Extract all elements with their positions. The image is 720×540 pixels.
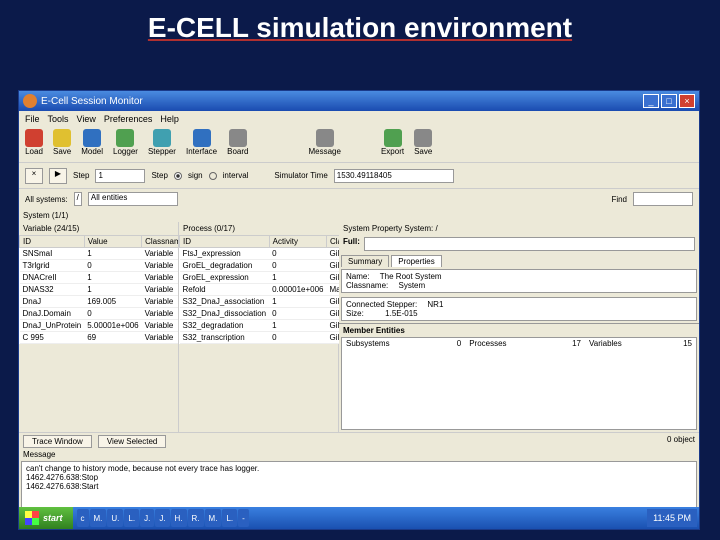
task-item[interactable]: M.: [90, 509, 107, 527]
selector-row: All systems: / All entities Find: [19, 189, 699, 209]
full-select[interactable]: [364, 237, 695, 251]
taskbar: start c M. U. L. J. J. H. R. M. L. - 11:…: [19, 507, 699, 529]
step-label: Step: [73, 171, 89, 180]
tool-stepper[interactable]: Stepper: [148, 129, 176, 160]
task-item[interactable]: U.: [107, 509, 123, 527]
radio-sign[interactable]: [174, 172, 182, 180]
table-row: Refold0.00001e+006Mass: [180, 284, 357, 296]
control-row: × ▶ Step Step sign interval Simulator Ti…: [19, 163, 699, 189]
object-count: 0 object: [667, 435, 695, 448]
member-header: Member Entities: [339, 323, 699, 337]
step-label2: Step: [151, 171, 167, 180]
table-row: FtsJ_expression0Gillesp: [180, 248, 357, 260]
message-label: Message: [19, 450, 699, 459]
task-item[interactable]: L.: [124, 509, 139, 527]
menubar: File Tools View Preferences Help: [19, 111, 699, 127]
step-back-button[interactable]: ×: [25, 168, 43, 184]
message-area[interactable]: can't change to history mode, because no…: [21, 461, 697, 509]
table-row: DnaJ169.005Variable: [20, 296, 179, 308]
step-fwd-button[interactable]: ▶: [49, 168, 67, 184]
property-panel: System Property System: / Full: Summary …: [339, 222, 699, 432]
content-area: Variable (24/15) IDValueClassname SNSmaI…: [19, 222, 699, 432]
process-list[interactable]: IDActivityClass FtsJ_expression0Gillesp …: [179, 235, 357, 344]
maximize-button[interactable]: □: [661, 94, 677, 108]
tool-load[interactable]: Load: [25, 129, 43, 160]
tool-message[interactable]: Message: [308, 129, 340, 160]
table-row: C 99569Variable: [20, 332, 179, 344]
toolbar: Load Save Model Logger Stepper Interface…: [19, 127, 699, 163]
table-row: SNSmaI1Variable: [20, 248, 179, 260]
task-item[interactable]: J.: [155, 509, 169, 527]
task-item[interactable]: L.: [222, 509, 237, 527]
task-item[interactable]: H.: [171, 509, 187, 527]
tool-interface[interactable]: Interface: [186, 129, 217, 160]
titlebar: E-Cell Session Monitor _ □ ×: [19, 91, 699, 111]
window-title: E-Cell Session Monitor: [41, 96, 143, 107]
variable-list[interactable]: IDValueClassname SNSmaI1Variable T3rlgri…: [19, 235, 178, 344]
radio-interval[interactable]: [209, 172, 217, 180]
task-item[interactable]: -: [238, 509, 249, 527]
start-button[interactable]: start: [19, 507, 73, 529]
clock: 11:45 PM: [653, 513, 691, 523]
tool-export[interactable]: Export: [381, 129, 404, 160]
system-list-header: System (1/1): [19, 209, 699, 222]
task-item[interactable]: c: [77, 509, 89, 527]
table-row: DNACreII1Variable: [20, 272, 179, 284]
table-row: DnaJ_UnProtein5.00001e+006Variable: [20, 320, 179, 332]
table-row: S32_transcription0Gillesp: [180, 332, 357, 344]
table-row: S32_DnaJ_association1Gillesp: [180, 296, 357, 308]
tab-properties[interactable]: Properties: [391, 255, 441, 267]
close-button[interactable]: ×: [679, 94, 695, 108]
view-selected-button[interactable]: View Selected: [98, 435, 167, 448]
step-input[interactable]: [95, 169, 145, 183]
variable-header: Variable (24/15): [19, 222, 178, 235]
table-row: DnaJ.Domain0Variable: [20, 308, 179, 320]
app-window: E-Cell Session Monitor _ □ × File Tools …: [18, 90, 700, 530]
task-item[interactable]: J.: [140, 509, 154, 527]
menu-preferences[interactable]: Preferences: [104, 114, 153, 124]
tool-save2[interactable]: Save: [414, 129, 432, 160]
system-select[interactable]: /: [74, 192, 82, 206]
bottom-panel: Trace Window View Selected 0 object Mess…: [19, 432, 699, 502]
simtime-value: [334, 169, 454, 183]
process-header: Process (0/17): [179, 222, 357, 235]
find-input[interactable]: [633, 192, 693, 206]
tool-board[interactable]: Board: [227, 129, 248, 160]
table-row: S32_DnaJ_dissociation0Gillesp: [180, 308, 357, 320]
table-row: S32_degradation1Gillesp: [180, 320, 357, 332]
tool-logger[interactable]: Logger: [113, 129, 138, 160]
table-row: T3rlgrid0Variable: [20, 260, 179, 272]
trace-window-button[interactable]: Trace Window: [23, 435, 92, 448]
system-tray[interactable]: 11:45 PM: [647, 509, 697, 527]
minimize-button[interactable]: _: [643, 94, 659, 108]
task-item[interactable]: R.: [188, 509, 204, 527]
menu-view[interactable]: View: [77, 114, 96, 124]
menu-file[interactable]: File: [25, 114, 40, 124]
menu-help[interactable]: Help: [160, 114, 179, 124]
windows-icon: [25, 511, 39, 525]
task-item[interactable]: M.: [205, 509, 222, 527]
member-table: Subsystems0 Processes17 Variables15: [341, 337, 697, 430]
tool-model[interactable]: Model: [81, 129, 103, 160]
table-row: GroEL_expression1Gillesp: [180, 272, 357, 284]
tab-summary[interactable]: Summary: [341, 255, 389, 267]
slide-title: E-CELL simulation environment: [0, 0, 720, 51]
system-label: All systems:: [25, 195, 68, 204]
table-row: GroEL_degradation0Gillesp: [180, 260, 357, 272]
system-property-label: System Property System: /: [339, 222, 699, 235]
entity-select[interactable]: All entities: [88, 192, 178, 206]
menu-tools[interactable]: Tools: [48, 114, 69, 124]
find-label: Find: [611, 195, 627, 204]
simtime-label: Simulator Time: [274, 171, 327, 180]
table-row: DNAS321Variable: [20, 284, 179, 296]
app-icon: [23, 94, 37, 108]
tool-save[interactable]: Save: [53, 129, 71, 160]
